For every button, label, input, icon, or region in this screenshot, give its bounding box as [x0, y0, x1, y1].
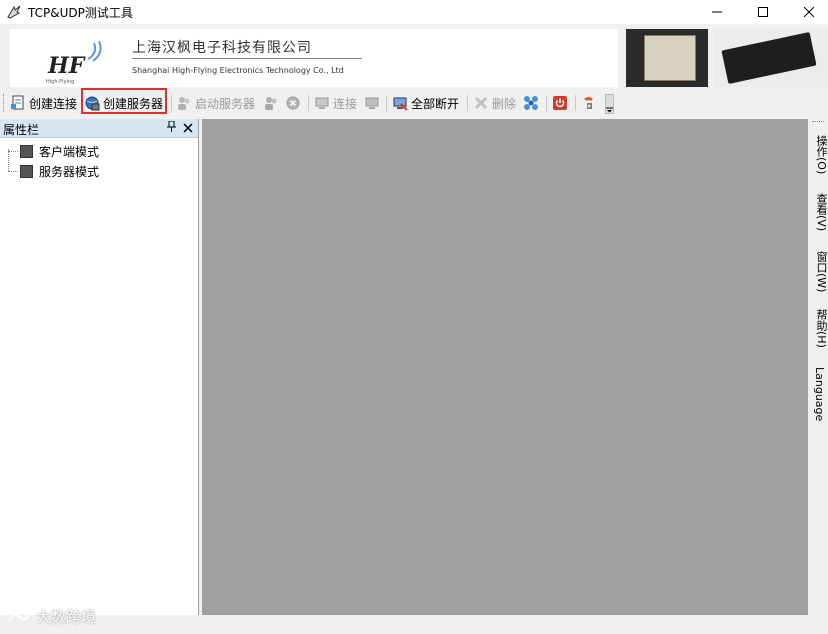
tree-item-server-mode[interactable]: 服务器模式 [8, 163, 99, 180]
network-nodes-icon [524, 96, 538, 110]
toolbar-overflow-button[interactable] [605, 94, 614, 114]
menu-grip[interactable] [812, 121, 824, 124]
users-icon [178, 97, 190, 110]
toolbar-separator [467, 95, 468, 111]
network-settings-button[interactable] [523, 94, 539, 112]
banner-divider [132, 58, 362, 59]
toolbar-separator [546, 95, 547, 111]
wifi-wave-icon [87, 40, 102, 62]
board-photo [714, 29, 828, 87]
company-name-cn: 上海汉枫电子科技有限公司 [132, 40, 312, 56]
highlight-box [81, 88, 167, 114]
close-circle-icon [286, 96, 300, 110]
chevron-down-icon [606, 107, 613, 113]
start-server-button[interactable]: 启动服务器 [176, 94, 255, 112]
logo-text: HF [48, 53, 85, 79]
delete-button[interactable]: 删除 [473, 94, 516, 112]
vertical-menu-bar: 操作(O) 查看(V) 窗口(W) 帮助(H) Language [808, 119, 828, 615]
create-connection-button[interactable]: 创建连接 [10, 94, 77, 112]
close-button[interactable] [786, 0, 828, 24]
banner-text-area: HF High-Flying 上海汉枫电子科技有限公司 Shanghai Hig… [10, 29, 618, 87]
toolbar-separator [171, 95, 172, 111]
panel-header: 属性栏 [0, 119, 198, 138]
main-workspace [202, 119, 808, 615]
company-banner: HF High-Flying 上海汉枫电子科技有限公司 Shanghai Hig… [0, 27, 828, 89]
start-server-label: 启动服务器 [195, 96, 256, 111]
title-bar: TCP&UDP测试工具 [0, 0, 828, 24]
menu-language[interactable]: Language [813, 367, 826, 421]
wifi-module-image [644, 35, 696, 81]
cancel-button[interactable] [285, 94, 301, 112]
close-icon [804, 7, 814, 17]
logo-subtext: High-Flying [46, 79, 75, 85]
network-disconnect-icon [365, 97, 379, 109]
new-document-icon [11, 95, 24, 110]
connect-label: 连接 [333, 96, 358, 111]
stop-server-button[interactable] [263, 94, 279, 112]
hf-logo: HF High-Flying [40, 39, 120, 85]
disconnect-all-button[interactable]: 全部断开 [392, 94, 459, 112]
toolbar-separator [386, 95, 387, 111]
disconnect-all-icon [393, 97, 408, 111]
disconnect-button[interactable] [364, 94, 380, 112]
menu-operation[interactable]: 操作(O) [813, 135, 828, 174]
node-icon [20, 145, 33, 158]
tree-item-client-mode[interactable]: 客户端模式 [8, 143, 99, 160]
maximize-button[interactable] [740, 0, 786, 24]
tree-item-label: 客户端模式 [39, 145, 100, 159]
watermark: 大数跨境 [8, 606, 96, 627]
tools-icon [584, 97, 593, 109]
toolbar-separator [575, 95, 576, 111]
window-title: TCP&UDP测试工具 [28, 6, 133, 20]
panel-close-icon[interactable] [183, 119, 193, 141]
module-photo [626, 29, 708, 87]
watermark-text: 大数跨境 [36, 608, 97, 626]
create-connection-label: 创建连接 [29, 96, 78, 111]
property-panel: 属性栏 客户端模式 服务器模式 [0, 119, 199, 615]
menu-view[interactable]: 查看(V) [813, 193, 828, 231]
tools-button[interactable] [581, 94, 597, 112]
toolbar-separator [308, 95, 309, 111]
watermark-logo-icon [9, 612, 31, 621]
circuit-board-image [721, 32, 817, 84]
power-button[interactable] [552, 94, 568, 112]
pin-icon[interactable] [167, 120, 176, 135]
tree-branch [8, 151, 18, 152]
minimize-icon [712, 11, 722, 13]
toolbar-grip[interactable] [3, 94, 6, 112]
panel-title: 属性栏 [3, 123, 40, 137]
connect-button[interactable]: 连接 [314, 94, 357, 112]
app-icon [7, 5, 21, 19]
company-name-en: Shanghai High-Flying Electronics Technol… [132, 66, 344, 75]
minimize-button[interactable] [694, 0, 740, 24]
power-icon [553, 96, 567, 110]
delete-icon [474, 96, 488, 110]
delete-label: 删除 [492, 96, 517, 111]
menu-window[interactable]: 窗口(W) [813, 251, 828, 292]
network-connect-icon [315, 97, 329, 109]
tree-item-label: 服务器模式 [39, 165, 100, 179]
menu-help[interactable]: 帮助(H) [813, 309, 828, 348]
user-group-icon [265, 97, 277, 110]
tree-branch [8, 171, 18, 172]
maximize-icon [758, 7, 768, 17]
node-icon [20, 165, 33, 178]
disconnect-all-label: 全部断开 [411, 96, 460, 111]
